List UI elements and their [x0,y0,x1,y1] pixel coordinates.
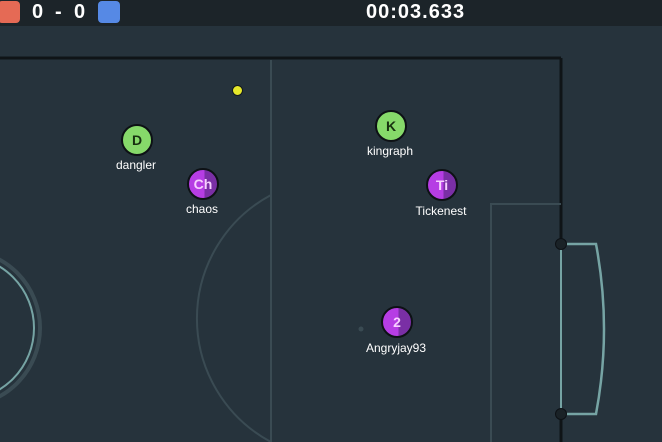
player-dangler-initial: D [131,132,143,148]
player-angryjay93-initial: 2 [393,314,401,330]
penalty-area [490,203,561,442]
red-team-swatch [0,1,20,23]
player-kingraph-avatar[interactable]: K [375,110,407,142]
player-kingraph-name: kingraph [366,144,414,158]
match-timer: 00:03.633 [366,1,466,23]
ball [232,85,243,96]
player-tickenest-avatar[interactable]: Ti [426,169,458,201]
player-angryjay93-avatar[interactable]: 2 [381,306,413,338]
blue-score: 0 [74,1,87,23]
midfield-arc [196,194,272,442]
player-chaos-initial: Ch [193,176,213,192]
goal-net [561,242,606,416]
player-chaos-avatar[interactable]: Ch [187,168,219,200]
score-separator: - [55,1,63,23]
pitch [0,56,606,442]
goal-post-top [555,238,567,250]
field-marker [358,326,364,332]
player-kingraph-initial: K [385,118,397,134]
scoreboard-bar: 0 - 0 00:03.633 [0,0,662,26]
blue-team-swatch [98,1,120,23]
player-dangler-name: dangler [115,158,157,172]
player-dangler-avatar[interactable]: D [121,124,153,156]
player-tickenest-name: Tickenest [415,204,467,218]
red-score: 0 [32,1,45,23]
player-chaos-name: chaos [185,202,219,216]
player-tickenest-initial: Ti [435,177,449,193]
goal-post-bottom [555,408,567,420]
player-angryjay93-name: Angryjay93 [365,341,427,355]
kickoff-circle-inner [0,265,35,391]
